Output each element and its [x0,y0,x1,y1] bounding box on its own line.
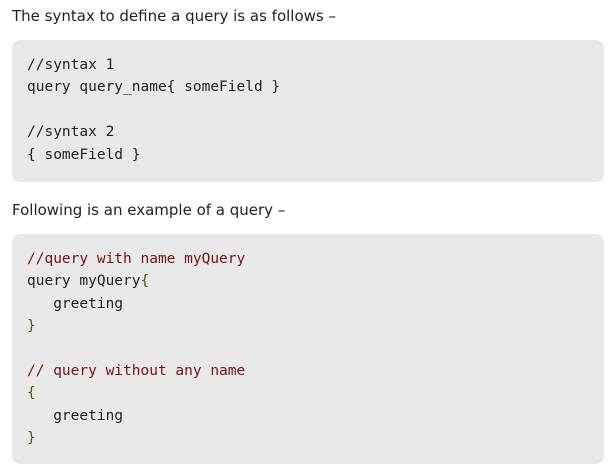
code-token: query myQuery [27,273,141,290]
example-code-block: //query with name myQuery query myQuery{ … [12,234,604,464]
code-comment: //query with name myQuery [27,251,246,267]
code-brace: } [27,430,36,447]
code-line: //syntax 2 [27,124,115,141]
code-brace: { [140,273,150,290]
code-line: query myQuery{ [27,270,589,292]
code-brace: } [27,318,36,335]
code-line: query query_name{ someField } [27,79,281,96]
intro-paragraph: The syntax to define a query is as follo… [12,7,336,25]
code-token: greeting [27,407,124,424]
syntax-code-block: //syntax 1 query query_name{ someField }… [12,40,604,182]
code-line: //syntax 1 [27,57,115,73]
code-line: greeting [27,293,589,315]
code-line: // query without any name [27,360,589,382]
code-line: } [27,427,589,449]
code-line: greeting [27,405,589,427]
example-intro-paragraph: Following is an example of a query – [12,201,286,219]
code-line: } [27,315,589,337]
code-line: { [27,382,589,404]
code-brace: { [27,385,36,402]
code-line: //query with name myQuery [27,248,589,270]
code-token: greeting [27,295,124,312]
code-line: { someField } [27,146,141,163]
code-comment: // query without any name [27,362,246,379]
